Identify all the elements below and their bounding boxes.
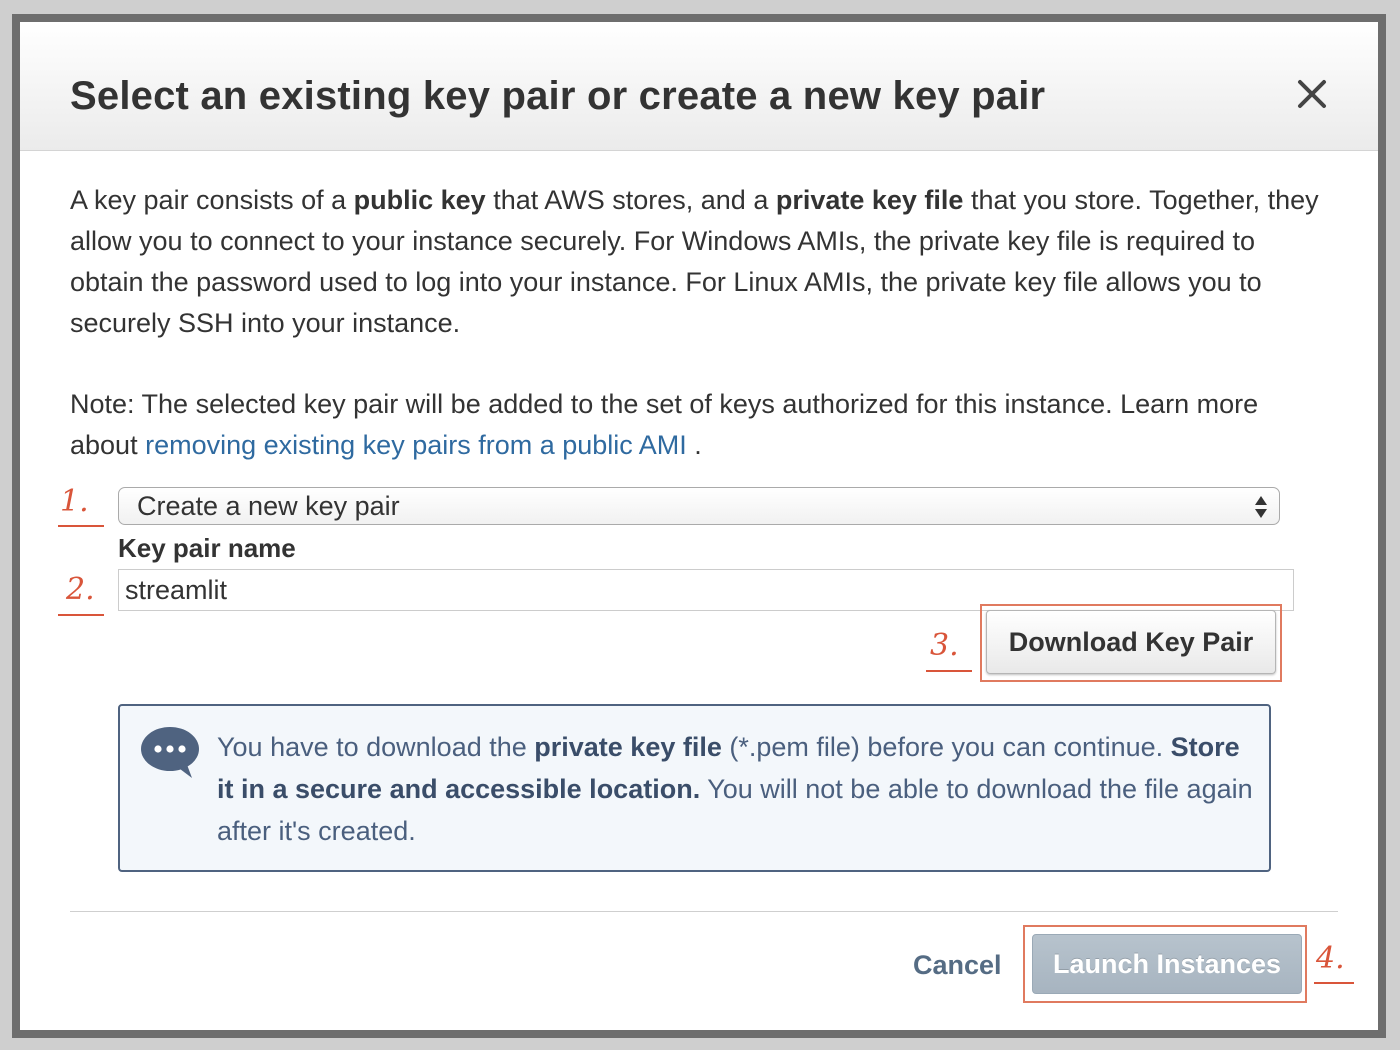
description-text: that AWS stores, and a [485, 185, 776, 215]
footer-divider [70, 911, 1338, 912]
key-pair-note: Note: The selected key pair will be adde… [70, 384, 1330, 466]
annotation-underline [58, 614, 104, 616]
note-text: . [686, 430, 702, 460]
download-notice: You have to download the private key fil… [118, 704, 1271, 872]
notice-text: (*.pem file) before you can continue. [721, 732, 1171, 762]
dialog-header: Select an existing key pair or create a … [20, 22, 1378, 151]
annotation-underline [58, 525, 104, 527]
download-key-pair-button[interactable]: Download Key Pair [986, 610, 1276, 674]
close-icon [1298, 80, 1326, 108]
annotation-step-2: 2. [66, 572, 95, 607]
annotation-underline [926, 670, 972, 672]
description-bold-public-key: public key [353, 185, 486, 215]
key-pair-select[interactable]: Create a new key pair [118, 487, 1280, 525]
key-pair-select-value: Create a new key pair [137, 491, 400, 521]
key-pair-description: A key pair consists of a public key that… [70, 180, 1330, 344]
annotation-step-3: 3. [930, 628, 959, 663]
select-arrows-icon [1255, 496, 1267, 518]
annotation-step-1: 1. [60, 484, 89, 519]
cancel-button[interactable]: Cancel [913, 950, 1002, 981]
annotation-step-4: 4. [1316, 941, 1345, 976]
close-button[interactable] [1290, 72, 1334, 116]
annotation-underline [1314, 982, 1354, 984]
notice-bold-private-key-file: private key file [534, 732, 722, 762]
key-pair-name-label: Key pair name [118, 533, 296, 563]
download-notice-text: You have to download the private key fil… [217, 726, 1257, 852]
chat-bubble-icon [141, 727, 199, 778]
notice-text: You have to download the [217, 732, 535, 762]
description-text: A key pair consists of a [70, 185, 354, 215]
dialog-title: Select an existing key pair or create a … [70, 74, 1046, 118]
removing-key-pairs-link[interactable]: removing existing key pairs from a publi… [145, 430, 687, 460]
description-bold-private-key-file: private key file [775, 185, 964, 215]
launch-instances-button[interactable]: Launch Instances [1032, 934, 1302, 994]
key-pair-dialog: Select an existing key pair or create a … [12, 14, 1386, 1038]
